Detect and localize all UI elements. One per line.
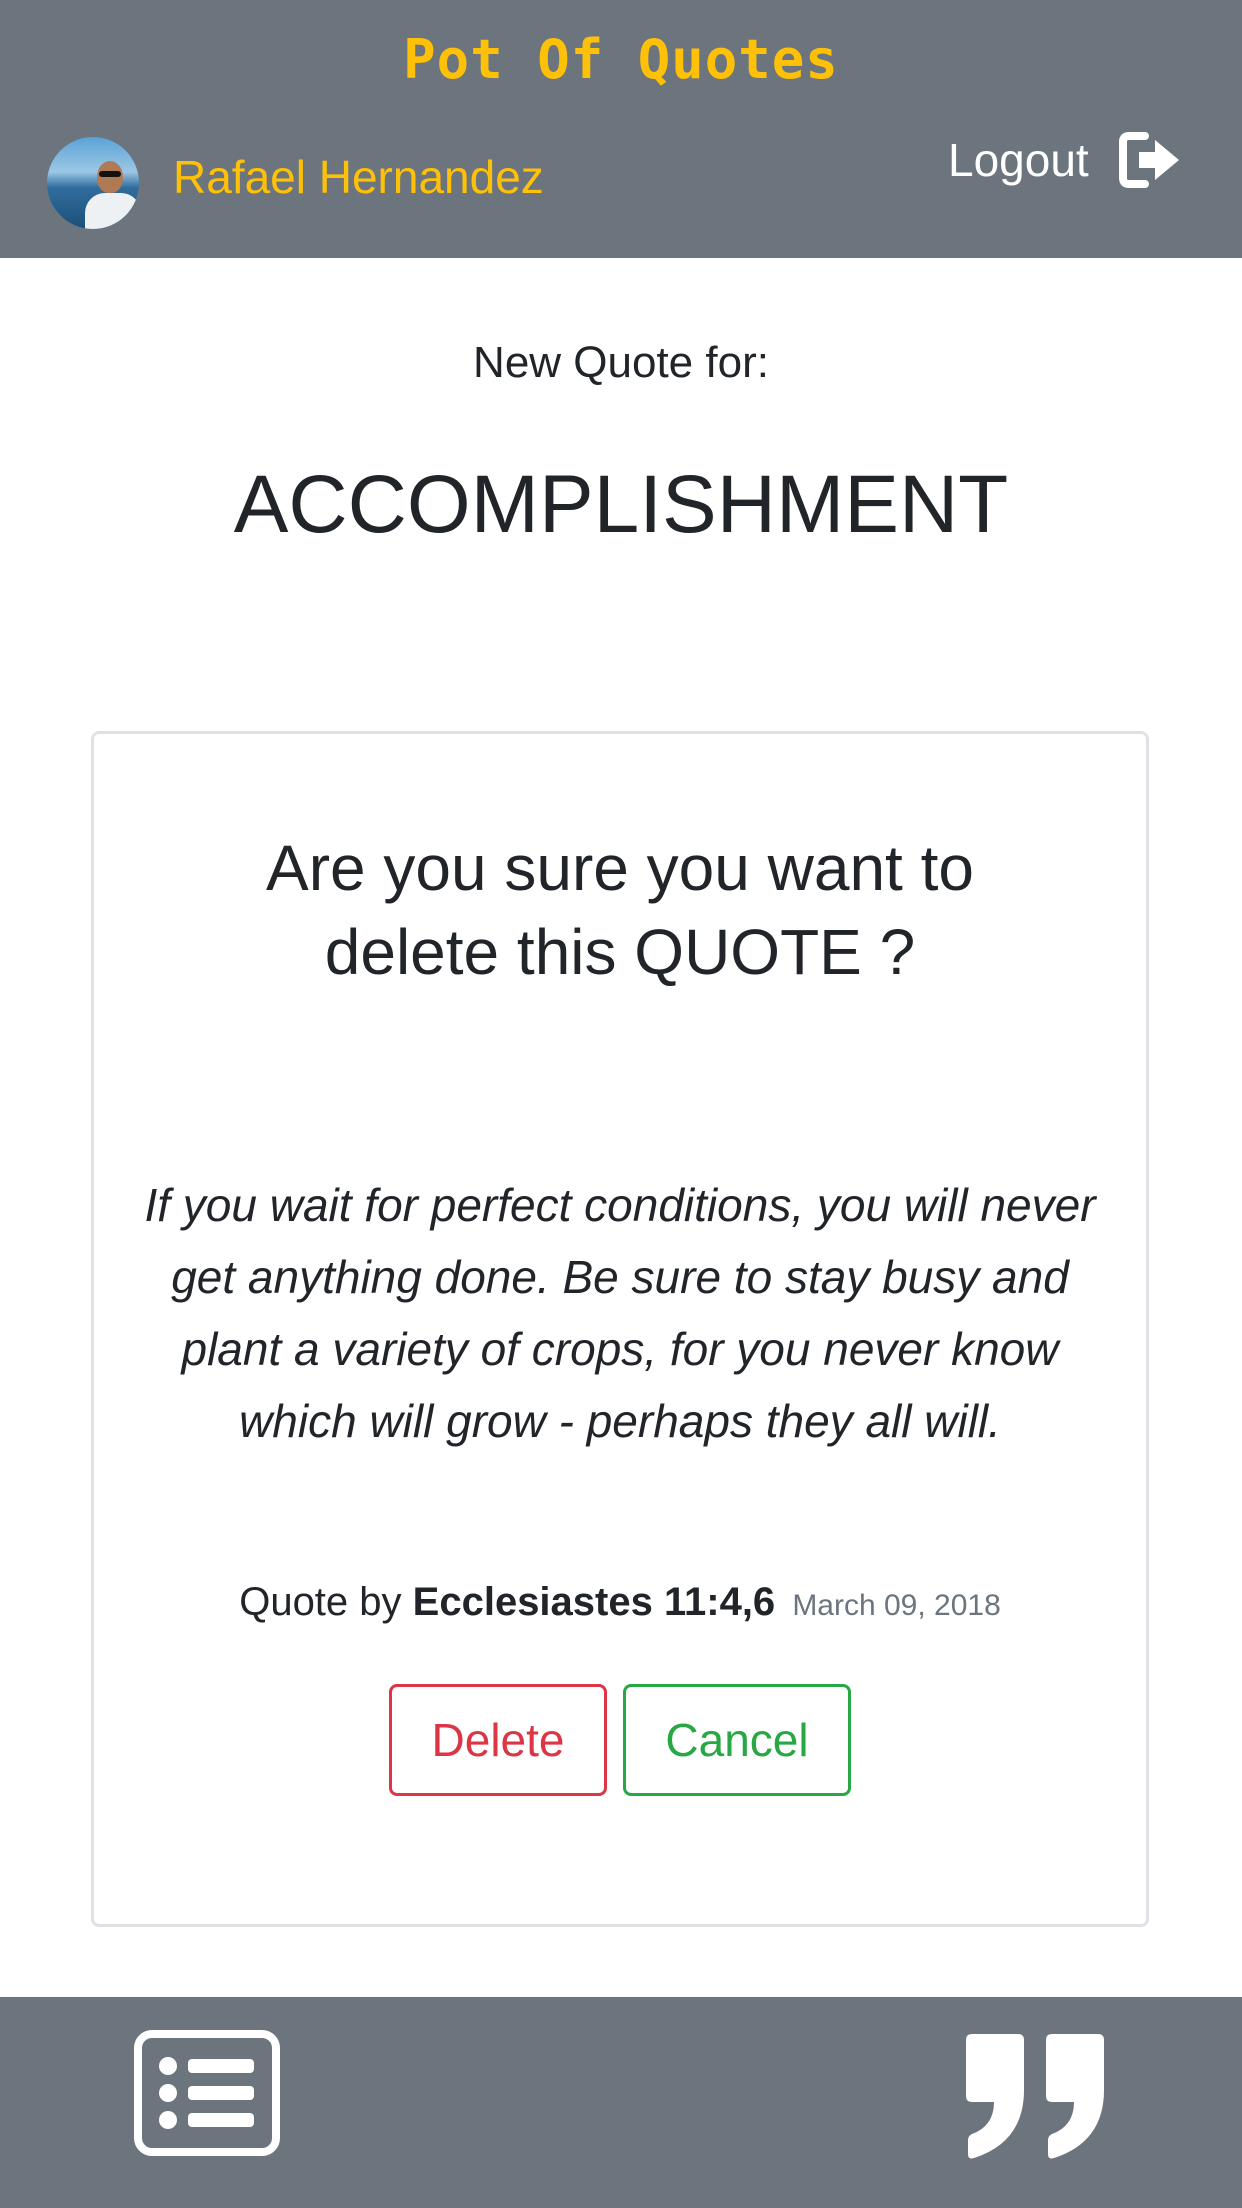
confirm-actions: Delete Cancel — [94, 1684, 1146, 1796]
quote-by-label: Quote by — [239, 1580, 402, 1624]
confirm-heading: Are you sure you want to delete this QUO… — [134, 826, 1106, 994]
category-title: ACCOMPLISHMENT — [233, 459, 1009, 550]
delete-confirm-card: Are you sure you want to delete this QUO… — [91, 731, 1149, 1927]
quote-author: Ecclesiastes 11:4,6 — [412, 1580, 776, 1624]
quote-attribution: Quote by Ecclesiastes 11:4,6 March 09, 2… — [94, 1580, 1146, 1625]
list-icon[interactable] — [134, 2030, 280, 2156]
page-subtitle: New Quote for: — [473, 338, 769, 387]
app-brand-title[interactable]: Pot Of Quotes — [0, 28, 1242, 91]
avatar-shirt — [85, 193, 139, 229]
delete-button[interactable]: Delete — [389, 1684, 607, 1796]
quote-icon[interactable] — [960, 2032, 1110, 2162]
quote-date: March 09, 2018 — [792, 1589, 1001, 1622]
confirm-heading-line-1: Are you sure you want to — [266, 832, 974, 904]
bottom-navbar — [0, 1997, 1242, 2208]
confirm-heading-line-2: delete this QUOTE ? — [324, 916, 916, 988]
avatar-head — [97, 161, 123, 193]
logout-label: Logout — [948, 134, 1089, 186]
sign-out-icon — [1118, 132, 1183, 188]
top-navbar: Pot Of Quotes Rafael Hernandez Logout — [0, 0, 1242, 258]
avatar[interactable] — [47, 137, 139, 229]
logout-button[interactable]: Logout — [948, 130, 1183, 190]
user-name-link[interactable]: Rafael Hernandez — [173, 150, 544, 204]
cancel-button[interactable]: Cancel — [623, 1684, 851, 1796]
quote-text: If you wait for perfect conditions, you … — [144, 1179, 1096, 1447]
avatar-sunglasses — [99, 171, 121, 177]
